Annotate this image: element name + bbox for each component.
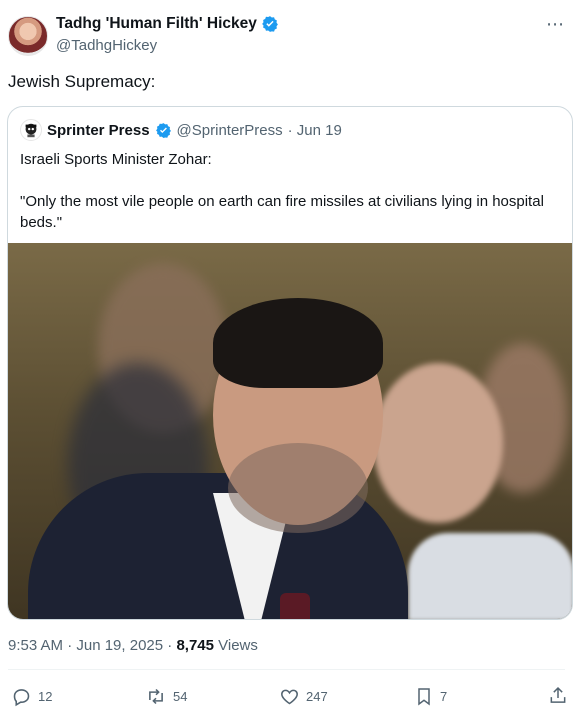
like-button[interactable]: 247 xyxy=(279,686,328,707)
quoted-tweet-text: Israeli Sports Minister Zohar: "Only the… xyxy=(20,149,560,233)
bookmark-count: 7 xyxy=(440,689,448,704)
author-handle[interactable]: @TadhgHickey xyxy=(56,37,157,54)
like-count: 247 xyxy=(306,689,328,704)
quoted-author-avatar[interactable] xyxy=(20,119,42,141)
more-options-icon[interactable]: ⋯ xyxy=(546,14,565,35)
bookmark-button[interactable]: 7 xyxy=(414,686,447,707)
repost-icon xyxy=(145,686,167,707)
divider xyxy=(8,669,565,670)
quoted-date[interactable]: · Jun 19 xyxy=(288,122,342,139)
share-icon xyxy=(548,685,568,706)
quoted-verified-badge-icon xyxy=(155,122,172,139)
verified-badge-icon xyxy=(261,15,279,33)
reply-button[interactable]: 12 xyxy=(11,686,52,707)
repost-count: 54 xyxy=(173,689,188,704)
views-count: 8,745 xyxy=(176,637,214,654)
quoted-tweet-header: Sprinter Press @SprinterPress · Jun 19 xyxy=(20,119,342,141)
action-bar: 12 54 247 7 xyxy=(0,682,573,712)
quoted-handle[interactable]: @SprinterPress xyxy=(177,122,283,139)
tweet-timestamp: 9:53 AM · Jun 19, 2025 · 8,745 Views xyxy=(8,637,258,654)
bookmark-icon xyxy=(414,686,434,707)
tweet-text: Jewish Supremacy: xyxy=(8,72,156,91)
quoted-line-2: "Only the most vile people on earth can … xyxy=(20,193,544,231)
time-date[interactable]: 9:53 AM · Jun 19, 2025 · xyxy=(8,637,176,654)
quoted-display-name[interactable]: Sprinter Press xyxy=(47,122,150,139)
reply-icon xyxy=(11,686,32,707)
repost-button[interactable]: 54 xyxy=(145,686,187,707)
author-display-name[interactable]: Tadhg 'Human Filth' Hickey xyxy=(56,15,257,33)
reply-count: 12 xyxy=(38,689,53,704)
share-button[interactable] xyxy=(548,685,568,706)
author-avatar[interactable] xyxy=(8,16,48,56)
quoted-tweet-photo[interactable] xyxy=(8,243,572,619)
author-name-row[interactable]: Tadhg 'Human Filth' Hickey xyxy=(56,15,279,33)
views-label: Views xyxy=(213,637,258,654)
quoted-tweet-card[interactable]: Sprinter Press @SprinterPress · Jun 19 I… xyxy=(7,106,573,620)
heart-icon xyxy=(279,686,300,707)
quoted-line-1: Israeli Sports Minister Zohar: xyxy=(20,151,212,168)
